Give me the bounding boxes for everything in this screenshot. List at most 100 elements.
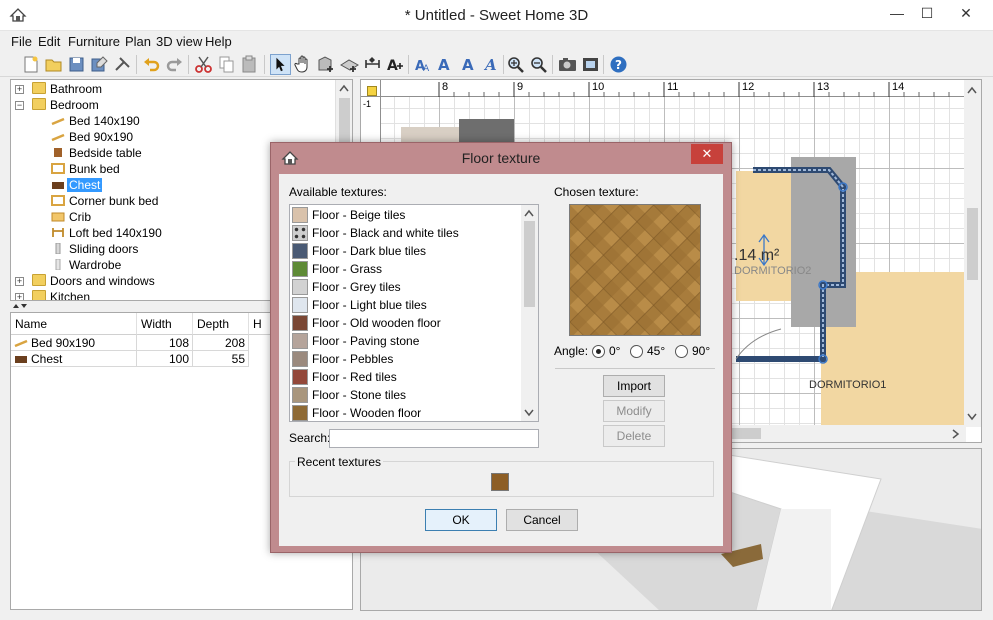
splitter-arrows-icon[interactable]	[12, 302, 28, 310]
available-textures-label: Available textures:	[289, 185, 387, 199]
list-item[interactable]: Floor - Dark blue tiles	[292, 242, 520, 260]
textures-scrollbar-thumb[interactable]	[524, 221, 535, 307]
list-item[interactable]: Floor - Pebbles	[292, 350, 520, 368]
select-icon[interactable]	[270, 54, 291, 75]
maximize-button[interactable]: ☐	[910, 0, 944, 28]
scroll-up-arrow-icon[interactable]	[524, 209, 534, 217]
text-style-a1-icon[interactable]: AA	[412, 54, 433, 75]
redo-icon[interactable]	[164, 54, 185, 75]
tree-item-bed-140x190[interactable]: Bed 140x190	[11, 113, 331, 129]
open-icon[interactable]	[43, 54, 64, 75]
bed-icon	[51, 117, 65, 126]
column-header-name[interactable]: Name	[11, 313, 137, 335]
scroll-down-arrow-icon[interactable]	[524, 409, 534, 417]
cut-icon[interactable]	[193, 54, 214, 75]
texture-swatch	[292, 207, 308, 223]
expand-toggle[interactable]: +	[15, 85, 24, 94]
preferences-icon[interactable]	[112, 54, 133, 75]
text-style-a3-icon[interactable]: A	[458, 54, 479, 75]
room-name-label[interactable]: DORMITORIO1	[809, 379, 886, 391]
list-item[interactable]: Floor - Stone tiles	[292, 386, 520, 404]
delete-button[interactable]: Delete	[603, 425, 665, 447]
menu-help[interactable]: Help	[205, 34, 232, 49]
search-label: Search:	[289, 431, 331, 445]
add-text-icon[interactable]: A	[385, 54, 406, 75]
dialog-title-bar[interactable]: Floor texture ✕	[271, 143, 731, 174]
zoom-out-icon[interactable]	[528, 54, 549, 75]
menu-edit[interactable]: Edit	[38, 34, 60, 49]
bed-icon	[14, 339, 28, 348]
recent-textures-group: Recent textures	[289, 455, 714, 497]
texture-swatch	[292, 279, 308, 295]
textures-scrollbar[interactable]	[521, 205, 538, 421]
tree-label: Sliding doors	[69, 242, 139, 256]
dialog-close-button[interactable]: ✕	[691, 144, 723, 164]
plan-hscroll-thumb[interactable]	[731, 428, 761, 439]
floor-texture-dialog: Floor texture ✕ Available textures: Chos…	[270, 142, 732, 553]
angle-0-label: 0°	[609, 344, 621, 358]
radio-dot[interactable]	[592, 345, 605, 358]
list-item[interactable]: Floor - Beige tiles	[292, 206, 520, 224]
list-item[interactable]: Floor - Black and white tiles	[292, 224, 520, 242]
column-header-width[interactable]: Width	[137, 313, 193, 335]
menu-3d-view[interactable]: 3D view	[156, 34, 202, 49]
room-area-label[interactable]: .14 m²	[734, 247, 779, 265]
plan-vscroll-thumb[interactable]	[967, 208, 978, 280]
svg-text:A: A	[462, 56, 474, 74]
zoom-in-icon[interactable]	[505, 54, 526, 75]
list-item[interactable]: Floor - Light blue tiles	[292, 296, 520, 314]
search-input[interactable]	[329, 429, 539, 448]
scroll-right-arrow-icon[interactable]	[952, 429, 960, 439]
create-video-icon[interactable]	[580, 54, 601, 75]
menu-furniture[interactable]: Furniture	[68, 34, 120, 49]
plan-vertical-scrollbar[interactable]	[964, 80, 981, 427]
tree-folder-bedroom[interactable]: − Bedroom	[11, 97, 331, 113]
list-item[interactable]: Floor - Red tiles	[292, 368, 520, 386]
copy-icon[interactable]	[216, 54, 237, 75]
pan-icon[interactable]	[293, 54, 314, 75]
close-window-button[interactable]: ✕	[944, 0, 988, 28]
expand-toggle[interactable]: +	[15, 277, 24, 286]
undo-icon[interactable]	[141, 54, 162, 75]
radio-dot[interactable]	[675, 345, 688, 358]
chosen-texture-label: Chosen texture:	[554, 185, 639, 199]
list-item[interactable]: Floor - Grey tiles	[292, 278, 520, 296]
cancel-button[interactable]: Cancel	[506, 509, 578, 531]
create-rooms-icon[interactable]	[339, 54, 360, 75]
help-icon[interactable]: ?	[608, 54, 629, 75]
list-item[interactable]: Floor - Old wooden floor	[292, 314, 520, 332]
tree-folder-bathroom[interactable]: + Bathroom	[11, 81, 331, 97]
list-item[interactable]: Floor - Wooden floor	[292, 404, 520, 421]
list-item[interactable]: Floor - Grass	[292, 260, 520, 278]
radio-dot[interactable]	[630, 345, 643, 358]
menu-file[interactable]: File	[11, 34, 32, 49]
ok-button[interactable]: OK	[425, 509, 497, 531]
available-textures-list[interactable]: Floor - Beige tiles Floor - Black and wh…	[289, 204, 539, 422]
ruler-label: 14	[892, 81, 905, 93]
create-photo-icon[interactable]	[557, 54, 578, 75]
save-as-icon[interactable]	[89, 54, 110, 75]
scroll-up-arrow-icon[interactable]	[339, 84, 349, 92]
text-style-a4-icon[interactable]: A	[481, 54, 502, 75]
paste-icon[interactable]	[239, 54, 260, 75]
cell-name: Bed 90x190	[11, 335, 137, 351]
save-icon[interactable]	[66, 54, 87, 75]
text-style-a2-icon[interactable]: A	[435, 54, 456, 75]
room-name-label-faint[interactable]: DORMITORIO2	[734, 265, 811, 277]
recent-texture-swatch[interactable]	[491, 473, 509, 491]
list-item[interactable]: Floor - Paving stone	[292, 332, 520, 350]
tree-label: Crib	[69, 210, 92, 224]
collapse-toggle[interactable]: −	[15, 101, 24, 110]
cell-depth: 55	[193, 351, 249, 367]
menu-plan[interactable]: Plan	[125, 34, 151, 49]
create-dimensions-icon[interactable]	[362, 54, 383, 75]
modify-button[interactable]: Modify	[603, 400, 665, 422]
column-header-depth[interactable]: Depth	[193, 313, 249, 335]
minimize-button[interactable]: —	[880, 0, 914, 28]
create-walls-icon[interactable]	[316, 54, 337, 75]
new-icon[interactable]	[20, 54, 41, 75]
import-button[interactable]: Import	[603, 375, 665, 397]
scroll-up-arrow-icon[interactable]	[967, 86, 977, 94]
expand-toggle[interactable]: +	[15, 293, 24, 300]
scroll-down-arrow-icon[interactable]	[967, 413, 977, 421]
